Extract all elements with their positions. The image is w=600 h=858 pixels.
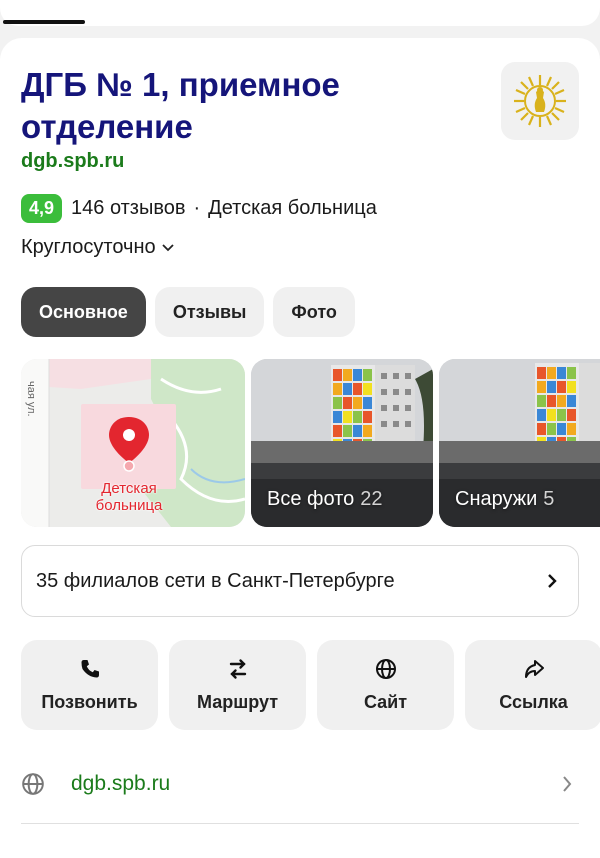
place-title: ДГБ № 1, приемное отделение [21,66,340,145]
media-carousel[interactable]: чая ул. Детская больница Все фото 22 Сна… [21,359,600,527]
route-icon [229,658,246,679]
rating-badge[interactable]: 4,9 [21,193,63,223]
category-label: Детская больница [208,196,377,219]
globe-icon [375,658,396,679]
hours-toggle[interactable]: Круглосуточно [21,236,175,259]
reviews-count[interactable]: 146 отзывов [71,197,185,220]
photo-tile-all[interactable]: Все фото 22 [251,359,433,527]
site-label: Сайт [363,691,408,712]
site-button[interactable]: Сайт [317,640,454,730]
photo-tile-outside[interactable]: Снаружи 5 [439,359,600,527]
tab-reviews[interactable]: Отзывы [154,287,265,337]
website-link[interactable]: dgb.spb.ru [21,150,124,173]
chevron-right-icon [563,776,572,792]
share-icon [524,659,544,678]
map-street-label: чая ул. [25,381,37,417]
top-tab-strip [0,0,600,30]
tab-main[interactable]: Основное [21,287,146,337]
website-row-url: dgb.spb.ru [71,772,171,795]
hours-label: Круглосуточно [21,236,156,258]
organization-logo[interactable] [501,62,579,140]
rating-row: 4,9 146 отзывов · Детская больница [21,193,377,223]
share-label: Ссылка [499,691,568,712]
photo-tile-all-label: Все фото 22 [267,488,383,510]
branches-row[interactable]: 35 филиалов сети в Санкт-Петербурге [21,545,579,617]
route-button[interactable]: Маршрут [169,640,306,730]
tab-photos[interactable]: Фото [273,287,355,337]
separator-dot: · [193,196,201,219]
map-tile[interactable]: чая ул. Детская больница [21,359,245,527]
chevron-down-icon [162,243,174,251]
divider [21,823,579,824]
photo-tile-outside-label: Снаружи 5 [455,488,555,510]
map-pin-label: Детская больница [95,480,163,514]
phone-icon [81,659,99,677]
call-button[interactable]: Позвонить [21,640,158,730]
website-row[interactable]: dgb.spb.ru [21,762,579,806]
action-buttons: Позвонить Маршрут Сайт Ссылка [21,640,600,730]
chevron-right-icon [548,574,557,588]
globe-icon [22,773,44,795]
share-button[interactable]: Ссылка [465,640,600,730]
call-label: Позвонить [41,691,138,712]
route-label: Маршрут [196,691,279,712]
active-tab-indicator [3,20,85,24]
branches-label: 35 филиалов сети в Санкт-Петербурге [36,569,395,592]
section-tabs: Основное Отзывы Фото [21,287,355,337]
